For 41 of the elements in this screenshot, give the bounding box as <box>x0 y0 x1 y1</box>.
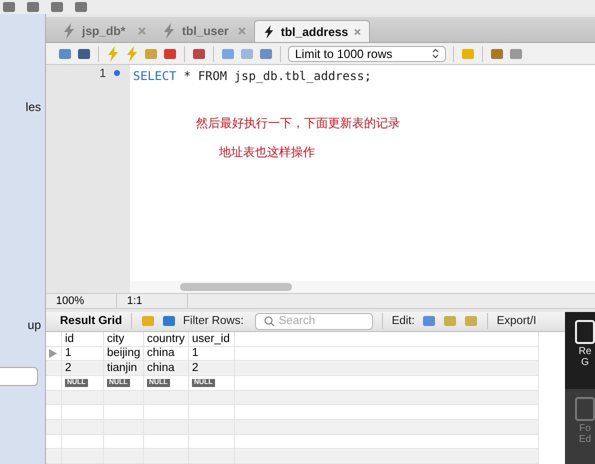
scrollbar-thumb[interactable] <box>180 283 292 291</box>
table-cell: 2 <box>192 362 198 374</box>
table-cell: 2 <box>65 362 72 374</box>
filter-rows-label: Filter Rows: <box>182 315 244 328</box>
column-header[interactable]: city <box>104 332 144 346</box>
sidebar-text: up <box>28 318 41 332</box>
row-pointer-icon <box>49 348 57 358</box>
annotation-text: 然后最好执行一下，下面更新表的记录 <box>196 115 401 132</box>
table-cell: china <box>147 362 174 374</box>
document-icon <box>575 320 595 344</box>
code-line: SELECT * FROM jsp_db.tbl_address; <box>133 69 372 85</box>
table-cell: beijing <box>107 347 140 360</box>
line-number: 1 <box>99 66 106 80</box>
close-icon[interactable] <box>238 27 246 35</box>
tab-label: tbl_address <box>280 24 348 38</box>
lightning-icon[interactable] <box>263 24 275 40</box>
cursor-position: 1:1 <box>117 294 188 308</box>
panel-tab[interactable]: Re G <box>565 312 595 389</box>
edit-label: Edit: <box>392 315 415 328</box>
table-cell: china <box>147 347 174 360</box>
sidebar-text: les <box>26 100 41 114</box>
column-header[interactable]: country <box>144 332 189 346</box>
column-header[interactable]: user_id <box>189 332 235 346</box>
dot-icon <box>114 70 120 76</box>
table-cell: 1 <box>65 347 72 360</box>
tab-label: jsp_db* <box>82 24 126 38</box>
document-icon <box>575 396 595 421</box>
tab-label: tbl_user <box>182 24 229 38</box>
tab[interactable]: tbl_address <box>254 20 370 42</box>
limit-select[interactable]: Limit to 1000 rows <box>288 46 446 62</box>
table-cell: 1 <box>192 347 198 360</box>
export-label[interactable]: Export/I <box>496 315 536 328</box>
column-header[interactable]: id <box>62 332 104 346</box>
sidebar-filter-field[interactable] <box>0 367 38 386</box>
zoom-level[interactable]: 100% <box>46 294 117 308</box>
close-icon[interactable] <box>138 27 146 35</box>
annotation-text: 地址表也这样操作 <box>219 144 316 161</box>
close-icon[interactable] <box>354 28 361 36</box>
table-cell: tianjin <box>107 362 138 374</box>
result-grid-label: Result Grid <box>60 315 122 328</box>
stepper-icon <box>432 48 439 59</box>
